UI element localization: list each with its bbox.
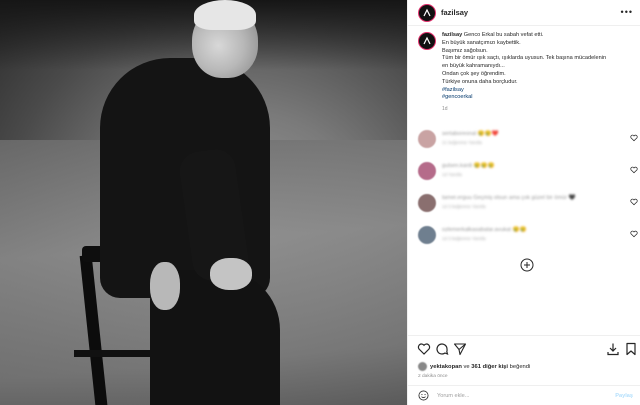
avatar[interactable] — [418, 3, 436, 22]
comment-avatar[interactable] — [418, 226, 436, 244]
post-side-panel: fazilsay ••• fazilsay Genco Erkal bu sab… — [407, 0, 640, 405]
caption-line: en büyük kahramanıydı... — [442, 63, 505, 70]
comment-item: ozlemerkalkasabalar.avukat 😢😢 1d 3 beğen… — [418, 226, 640, 250]
person-hair — [194, 0, 256, 30]
caption-line: Tüm bir ömür ışık saçtı, ışıklarda uyusu… — [442, 55, 607, 62]
download-icon[interactable] — [606, 342, 620, 356]
profile-logo-icon — [423, 36, 431, 45]
comment-meta: 21 beğenme Yanıtla — [442, 140, 482, 145]
comment-box: Paylaş — [408, 385, 640, 405]
caption-line: Başımız sağolsun. — [442, 47, 488, 54]
comment-meta: 1d 3 beğenme Yanıtla — [442, 236, 486, 241]
comment-meta: 1d 3 beğenme Yanıtla — [442, 204, 486, 209]
avatar — [418, 362, 427, 371]
post-header: fazilsay ••• — [408, 0, 640, 26]
comment-item: tamer.erguu Geçmiş olsun ama çok güzel b… — [418, 194, 640, 218]
comment-avatar[interactable] — [418, 130, 436, 148]
post-username[interactable]: fazilsay — [441, 8, 468, 17]
heart-icon[interactable] — [630, 166, 638, 174]
profile-logo-icon — [423, 8, 431, 16]
caption-time: 1d — [442, 106, 448, 113]
heart-icon[interactable] — [630, 230, 638, 238]
caption-line: Genco Erkal bu sabah vefat etti. — [463, 32, 544, 38]
comment-icon[interactable] — [435, 342, 449, 356]
caption: fazilsay Genco Erkal bu sabah vefat etti… — [418, 32, 638, 114]
comment-avatar[interactable] — [418, 194, 436, 212]
emoji-icon[interactable] — [418, 390, 429, 401]
caption-text: fazilsay Genco Erkal bu sabah vefat etti… — [442, 32, 638, 114]
more-horizontal-icon[interactable]: ••• — [621, 8, 633, 17]
hashtag-link[interactable]: #fazilsay — [442, 87, 638, 95]
load-more-comments-icon[interactable] — [520, 258, 534, 272]
like-heart-icon[interactable] — [417, 342, 431, 356]
person-hand — [210, 258, 252, 290]
comment-text: tamer.erguu Geçmiş olsun ama çok güzel b… — [442, 195, 576, 201]
likes-connector: ve — [463, 363, 470, 370]
comment-item: gulsen.kardi 😢😢😢 1d Yanıtla — [418, 162, 640, 186]
bookmark-icon[interactable] — [624, 342, 638, 356]
person-hand — [150, 262, 180, 310]
comment-meta: 1d Yanıtla — [442, 172, 462, 177]
post-action-bar — [408, 335, 640, 361]
caption-line: Türkiye onuna daha borçludur. — [442, 78, 518, 85]
comment-text: ozlemerkalkasabalar.avukat 😢😢 — [442, 227, 527, 233]
post-comment-button[interactable]: Paylaş — [615, 393, 633, 399]
comment-text: gulsen.kardi 😢😢😢 — [442, 163, 495, 169]
post-time: 2 dakika önce — [418, 374, 448, 379]
likes-first-user[interactable]: yektakopan — [430, 364, 462, 370]
caption-line: En büyük sanatçımızı kaybettik. — [442, 39, 521, 46]
heart-icon[interactable] — [630, 198, 638, 206]
comment-text: sertaboreonal 😢😢❤️ — [442, 131, 499, 137]
post-photo[interactable] — [0, 0, 407, 405]
avatar[interactable] — [418, 32, 436, 50]
likes-others[interactable]: 361 diğer kişi — [471, 364, 508, 370]
share-send-icon[interactable] — [453, 342, 467, 356]
heart-icon[interactable] — [630, 134, 638, 142]
comment-input[interactable] — [437, 392, 607, 399]
likes-suffix: beğendi — [509, 363, 531, 370]
caption-username[interactable]: fazilsay — [442, 32, 462, 38]
caption-line: Ondan çok şey öğrendim. — [442, 70, 506, 77]
comment-avatar[interactable] — [418, 162, 436, 180]
comment-item: sertaboreonal 😢😢❤️ 21 beğenme Yanıtla — [418, 130, 640, 154]
likes-summary: yektakopan ve 361 diğer kişi beğendi — [418, 362, 530, 371]
hashtag-link[interactable]: #gencoerkal — [442, 94, 638, 102]
